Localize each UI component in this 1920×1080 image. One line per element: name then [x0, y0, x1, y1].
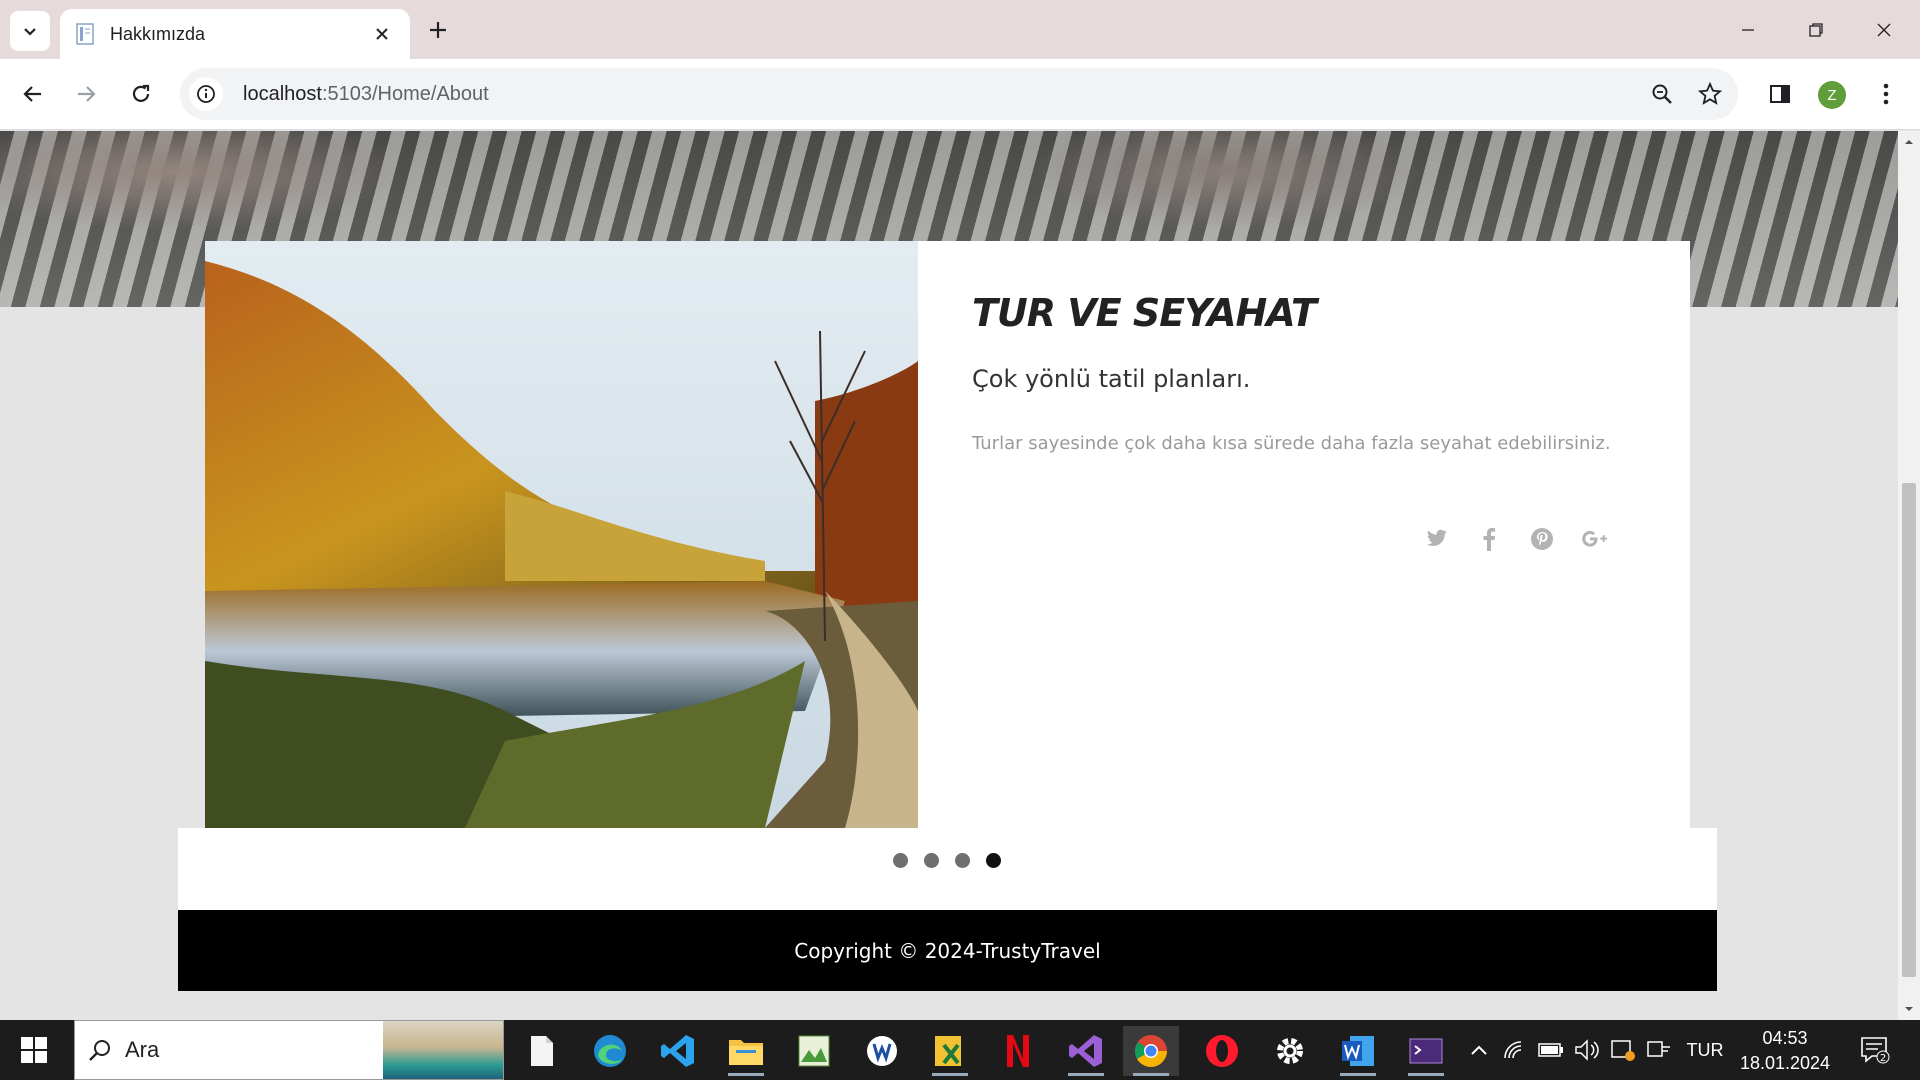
facebook-icon[interactable] — [1476, 526, 1502, 552]
language-indicator[interactable]: TUR — [1682, 1020, 1728, 1080]
settings-icon[interactable] — [1262, 1026, 1318, 1076]
chrome-icon[interactable] — [1123, 1026, 1179, 1076]
profile-avatar[interactable]: Z — [1818, 81, 1846, 109]
card-text: TUR VE SEYAHAT Çok yönlü tatil planları.… — [972, 291, 1652, 454]
card-description: Turlar sayesinde çok daha kısa sürede da… — [972, 433, 1611, 454]
url-host: localhost — [243, 82, 322, 105]
word-pad-icon[interactable] — [854, 1026, 910, 1076]
edge-icon[interactable] — [582, 1026, 638, 1076]
chevron-down-icon — [24, 28, 36, 36]
carousel-dot-4[interactable] — [986, 853, 1001, 868]
project-icon[interactable] — [1644, 1020, 1674, 1080]
menu-button[interactable] — [1866, 74, 1906, 114]
tab-strip: Hakkımızda — [0, 0, 1920, 59]
close-tab-icon[interactable] — [368, 20, 396, 48]
netflix-icon[interactable] — [990, 1026, 1046, 1076]
close-window-button[interactable] — [1864, 10, 1904, 50]
tab-title: Hakkımızda — [110, 23, 206, 44]
back-button[interactable] — [13, 74, 53, 114]
folder-icon[interactable] — [718, 1026, 774, 1076]
word-icon[interactable] — [1330, 1026, 1386, 1076]
visual-studio-icon[interactable] — [1058, 1026, 1114, 1076]
social-links — [1423, 526, 1608, 552]
arrow-right-icon — [78, 86, 96, 102]
twitter-icon[interactable] — [1423, 526, 1449, 552]
minimize-button[interactable] — [1728, 10, 1768, 50]
search-icon — [75, 1038, 125, 1062]
card-subtitle: Çok yönlü tatil planları. — [972, 365, 1251, 393]
start-button[interactable] — [0, 1020, 68, 1080]
more-vertical-icon — [1883, 83, 1889, 105]
clock[interactable]: 04:53 18.01.2024 — [1735, 1026, 1835, 1076]
notification-center-button[interactable]: 2 — [1850, 1020, 1900, 1080]
tab-search-button[interactable] — [10, 11, 50, 51]
scroll-thumb[interactable] — [1902, 483, 1916, 977]
pinterest-icon[interactable] — [1529, 526, 1555, 552]
minimize-icon — [1742, 29, 1754, 31]
clock-time: 04:53 — [1762, 1028, 1808, 1048]
vscode-icon[interactable] — [650, 1026, 706, 1076]
battery-icon[interactable] — [1536, 1020, 1566, 1080]
taskbar-search[interactable]: Ara — [74, 1020, 504, 1080]
carousel-indicators — [178, 828, 1717, 910]
restore-button[interactable] — [1796, 10, 1836, 50]
url-text[interactable]: localhost:5103/Home/About — [243, 83, 1642, 106]
page-scrollbar[interactable] — [1898, 131, 1920, 1020]
carousel-dot-3[interactable] — [955, 853, 970, 868]
carousel-dot-1[interactable] — [893, 853, 908, 868]
close-icon — [1877, 23, 1891, 37]
about-card: TUR VE SEYAHAT Çok yönlü tatil planları.… — [205, 241, 1690, 828]
zoom-icon[interactable] — [1642, 74, 1682, 114]
clock-date: 18.01.2024 — [1739, 1053, 1831, 1073]
excel-tool-icon[interactable] — [922, 1026, 978, 1076]
search-highlight-image — [383, 1021, 503, 1079]
browser-toolbar: localhost:5103/Home/About Z — [0, 59, 1920, 130]
language-text: TUR — [1686, 1039, 1724, 1060]
windows-icon — [21, 1037, 47, 1063]
site-info-icon[interactable] — [189, 77, 223, 111]
side-panel-icon — [1770, 85, 1790, 103]
forward-button[interactable] — [66, 74, 106, 114]
address-bar[interactable]: localhost:5103/Home/About — [180, 68, 1738, 120]
card-title: TUR VE SEYAHAT — [972, 291, 1317, 335]
image-editor-icon[interactable] — [786, 1026, 842, 1076]
file-icon[interactable] — [514, 1026, 570, 1076]
landscape-image — [205, 241, 918, 828]
page-icon — [74, 22, 96, 46]
scroll-up-icon[interactable] — [1904, 137, 1914, 147]
reload-button[interactable] — [121, 74, 161, 114]
terminal-icon[interactable] — [1398, 1026, 1454, 1076]
chevron-up-icon[interactable] — [1466, 1020, 1492, 1080]
opera-icon[interactable] — [1194, 1026, 1250, 1076]
search-placeholder: Ara — [125, 1037, 160, 1062]
volume-icon[interactable] — [1572, 1020, 1602, 1080]
carousel-dot-2[interactable] — [924, 853, 939, 868]
wifi-icon[interactable] — [1500, 1020, 1530, 1080]
security-alert-icon[interactable] — [1608, 1020, 1638, 1080]
arrow-left-icon — [23, 86, 41, 102]
page-viewport: TUR VE SEYAHAT Çok yönlü tatil planları.… — [0, 131, 1898, 1020]
plus-icon — [430, 22, 446, 38]
url-path: :5103/Home/About — [321, 82, 489, 105]
new-tab-button[interactable] — [423, 15, 453, 45]
copyright-text: Copyright © 2024-TrustyTravel — [794, 938, 1101, 963]
browser-tab[interactable]: Hakkımızda — [60, 9, 410, 59]
reload-icon — [132, 84, 150, 102]
page-footer: Copyright © 2024-TrustyTravel — [178, 910, 1717, 991]
scroll-down-icon[interactable] — [1904, 1004, 1914, 1014]
google-plus-icon[interactable] — [1582, 526, 1608, 552]
side-panel-button[interactable] — [1760, 74, 1800, 114]
restore-icon — [1809, 23, 1823, 37]
bookmark-star-icon[interactable] — [1690, 74, 1730, 114]
notification-count: 2 — [1880, 1053, 1886, 1064]
taskbar: Ara TUR 04:53 18.01.2024 2 — [0, 1020, 1920, 1080]
notification-icon: 2 — [1861, 1037, 1890, 1064]
